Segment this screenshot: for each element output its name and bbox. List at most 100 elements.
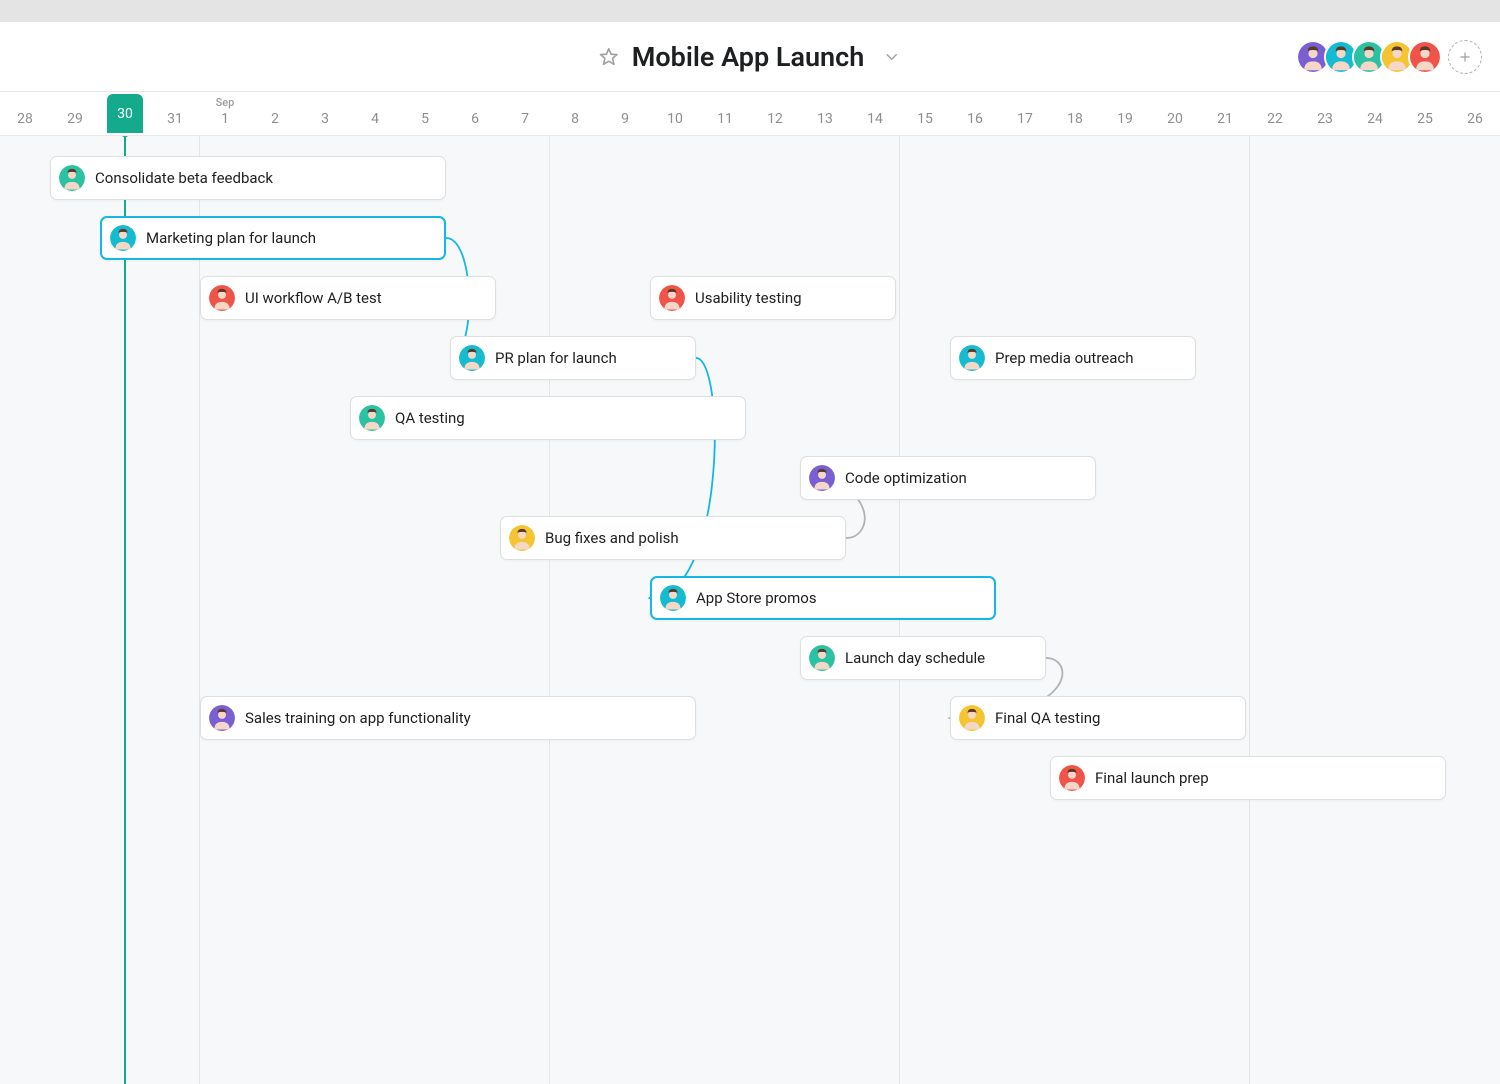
assignee-avatar-cyan (959, 345, 985, 371)
day-8[interactable]: 8 (550, 92, 600, 135)
day-1[interactable]: Sep 1 (200, 92, 250, 135)
task-label: App Store promos (696, 589, 817, 607)
day-number: 25 (1400, 111, 1450, 127)
day-28[interactable]: 28 (0, 92, 50, 135)
day-number: 17 (1000, 111, 1050, 127)
task-label: Bug fixes and polish (545, 529, 679, 547)
window-chrome (0, 0, 1500, 22)
task-bar-t10[interactable]: App Store promos (650, 576, 996, 620)
task-bar-t6[interactable]: Prep media outreach (950, 336, 1196, 380)
assignee-avatar-purple (209, 705, 235, 731)
day-13[interactable]: 13 (800, 92, 850, 135)
day-7[interactable]: 7 (500, 92, 550, 135)
task-bar-t1[interactable]: Consolidate beta feedback (50, 156, 446, 200)
day-19[interactable]: 19 (1100, 92, 1150, 135)
day-6[interactable]: 6 (450, 92, 500, 135)
day-number: 4 (350, 111, 400, 127)
day-number: 13 (800, 111, 850, 127)
assignee-avatar-teal (359, 405, 385, 431)
day-23[interactable]: 23 (1300, 92, 1350, 135)
task-label: Usability testing (695, 289, 802, 307)
day-9[interactable]: 9 (600, 92, 650, 135)
task-label: Marketing plan for launch (146, 229, 316, 247)
task-bar-t3[interactable]: UI workflow A/B test (200, 276, 496, 320)
day-number: 20 (1150, 111, 1200, 127)
today-indicator (124, 136, 126, 1084)
assignee-avatar-red (659, 285, 685, 311)
day-number: 23 (1300, 111, 1350, 127)
assignee-avatar-purple (809, 465, 835, 491)
timeline-date-header: 28293031Sep12345678910111213141516171819… (0, 92, 1500, 136)
day-29[interactable]: 29 (50, 92, 100, 135)
project-header: Mobile App Launch (0, 22, 1500, 92)
assignee-avatar-red (209, 285, 235, 311)
day-3[interactable]: 3 (300, 92, 350, 135)
assignee-avatar-amber (509, 525, 535, 551)
day-4[interactable]: 4 (350, 92, 400, 135)
day-17[interactable]: 17 (1000, 92, 1050, 135)
task-label: Launch day schedule (845, 649, 985, 667)
day-20[interactable]: 20 (1150, 92, 1200, 135)
day-14[interactable]: 14 (850, 92, 900, 135)
day-18[interactable]: 18 (1050, 92, 1100, 135)
day-number: 12 (750, 111, 800, 127)
task-bar-t13[interactable]: Final QA testing (950, 696, 1246, 740)
day-number: 30 (100, 106, 150, 122)
task-bar-t7[interactable]: QA testing (350, 396, 746, 440)
task-bar-t11[interactable]: Launch day schedule (800, 636, 1046, 680)
day-22[interactable]: 22 (1250, 92, 1300, 135)
day-number: 10 (650, 111, 700, 127)
task-label: Sales training on app functionality (245, 709, 471, 727)
task-bar-t4[interactable]: Usability testing (650, 276, 896, 320)
day-number: 31 (150, 111, 200, 127)
assignee-avatar-cyan (660, 585, 686, 611)
day-number: 7 (500, 111, 550, 127)
task-label: Prep media outreach (995, 349, 1134, 367)
favorite-star-icon[interactable] (598, 46, 620, 68)
task-label: Code optimization (845, 469, 967, 487)
day-15[interactable]: 15 (900, 92, 950, 135)
day-5[interactable]: 5 (400, 92, 450, 135)
task-bar-t2[interactable]: Marketing plan for launch (100, 216, 446, 260)
day-number: 22 (1250, 111, 1300, 127)
assignee-avatar-red (1059, 765, 1085, 791)
day-number: 3 (300, 111, 350, 127)
assignee-avatar-cyan (110, 225, 136, 251)
task-bar-t5[interactable]: PR plan for launch (450, 336, 696, 380)
task-bar-t12[interactable]: Sales training on app functionality (200, 696, 696, 740)
day-number: 6 (450, 111, 500, 127)
day-number: 24 (1350, 111, 1400, 127)
month-label: Sep (200, 96, 250, 109)
day-31[interactable]: 31 (150, 92, 200, 135)
task-bar-t9[interactable]: Bug fixes and polish (500, 516, 846, 560)
task-bar-t14[interactable]: Final launch prep (1050, 756, 1446, 800)
task-label: UI workflow A/B test (245, 289, 382, 307)
day-number: 18 (1050, 111, 1100, 127)
task-label: Consolidate beta feedback (95, 169, 273, 187)
day-2[interactable]: 2 (250, 92, 300, 135)
member-avatar-red[interactable] (1408, 40, 1442, 74)
add-member-button[interactable] (1448, 40, 1482, 74)
day-number: 1 (200, 111, 250, 127)
day-number: 8 (550, 111, 600, 127)
day-12[interactable]: 12 (750, 92, 800, 135)
day-number: 9 (600, 111, 650, 127)
day-11[interactable]: 11 (700, 92, 750, 135)
day-16[interactable]: 16 (950, 92, 1000, 135)
day-30[interactable]: 30 (100, 92, 150, 135)
dependency-t5-t10 (650, 358, 715, 598)
task-bar-t8[interactable]: Code optimization (800, 456, 1096, 500)
day-26[interactable]: 26 (1450, 92, 1500, 135)
day-number: 15 (900, 111, 950, 127)
task-label: PR plan for launch (495, 349, 617, 367)
task-label: QA testing (395, 409, 465, 427)
day-21[interactable]: 21 (1200, 92, 1250, 135)
day-number: 16 (950, 111, 1000, 127)
day-24[interactable]: 24 (1350, 92, 1400, 135)
day-25[interactable]: 25 (1400, 92, 1450, 135)
timeline-body[interactable]: Consolidate beta feedback Marketing plan… (0, 136, 1500, 1084)
day-10[interactable]: 10 (650, 92, 700, 135)
project-menu-chevron-icon[interactable] (880, 46, 902, 68)
project-members (1302, 40, 1482, 74)
task-label: Final QA testing (995, 709, 1100, 727)
